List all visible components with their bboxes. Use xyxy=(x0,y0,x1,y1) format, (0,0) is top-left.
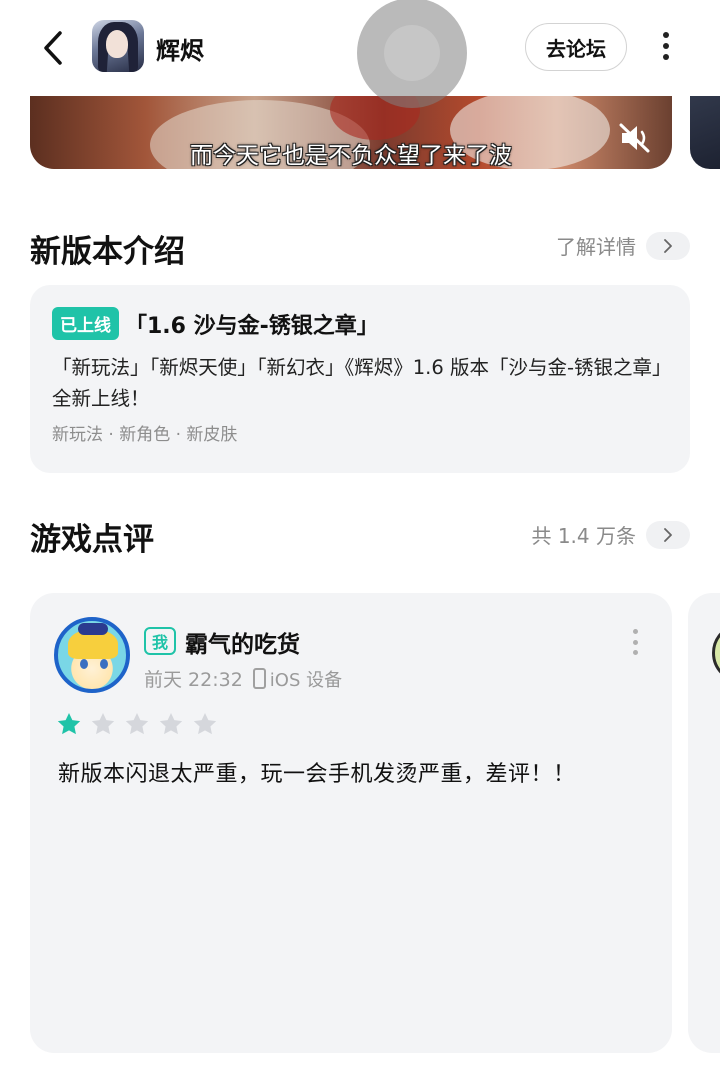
video-subtitle: 而今天它也是不负众望了来了波 xyxy=(190,143,512,169)
star-rating xyxy=(56,711,218,737)
star-empty-icon xyxy=(193,712,217,735)
star-empty-icon xyxy=(91,712,115,735)
review-device: iOS 设备 xyxy=(252,666,343,692)
avatar[interactable] xyxy=(54,617,130,693)
chevron-right-icon xyxy=(646,231,690,260)
reviews-count-link[interactable]: 共 1.4 万条 xyxy=(531,520,690,549)
reviews-section-title: 游戏点评 xyxy=(30,522,154,558)
reviews-count: 共 1.4 万条 xyxy=(531,524,636,548)
online-badge: 已上线 xyxy=(52,307,119,340)
phone-icon xyxy=(252,668,266,689)
star-empty-icon xyxy=(125,712,149,735)
review-time: 前天 22:32 xyxy=(144,669,243,691)
device-label: iOS 设备 xyxy=(269,669,343,691)
mute-icon[interactable] xyxy=(618,122,652,154)
new-version-details-link[interactable]: 了解详情 xyxy=(556,231,690,260)
star-filled-icon xyxy=(57,712,81,735)
me-badge: 我 xyxy=(144,627,176,655)
next-review-card[interactable] xyxy=(688,593,720,1053)
app-name[interactable]: 辉烬 xyxy=(156,31,204,66)
review-more-icon[interactable] xyxy=(630,629,640,655)
reviewer-name[interactable]: 霸气的吃货 xyxy=(185,625,300,659)
version-description: 「新玩法」「新烬天使」「新幻衣」《辉烬》1.6 版本「沙与金-锈银之章」全新上线… xyxy=(52,356,662,410)
new-version-section-title: 新版本介绍 xyxy=(30,234,185,270)
back-button[interactable] xyxy=(36,28,70,68)
avatar xyxy=(712,623,720,683)
back-arrow-icon xyxy=(44,31,62,65)
go-to-forum-button[interactable]: 去论坛 xyxy=(525,23,627,71)
more-menu-icon[interactable] xyxy=(656,28,676,64)
version-info-card[interactable]: 已上线 「1.6 沙与金-锈银之章」 「新玩法」「新烬天使」「新幻衣」《辉烬》1… xyxy=(30,285,690,473)
details-label: 了解详情 xyxy=(556,235,636,259)
star-empty-icon xyxy=(159,712,183,735)
review-text: 新版本闪退太严重，玩一会手机发烫严重，差评！！ xyxy=(58,762,576,787)
review-card[interactable]: 我 霸气的吃货 前天 22:32 iOS 设备 新版本闪退太严重，玩一会手机发烫… xyxy=(30,593,672,1053)
version-headline: 「1.6 沙与金-锈银之章」 xyxy=(125,313,379,339)
version-tags: 新玩法 · 新角色 · 新皮肤 xyxy=(52,425,238,445)
app-icon[interactable] xyxy=(92,20,144,72)
review-meta: 前天 22:32 iOS 设备 xyxy=(144,665,342,692)
chevron-right-icon xyxy=(646,520,690,549)
assistive-touch-button[interactable] xyxy=(357,0,467,108)
